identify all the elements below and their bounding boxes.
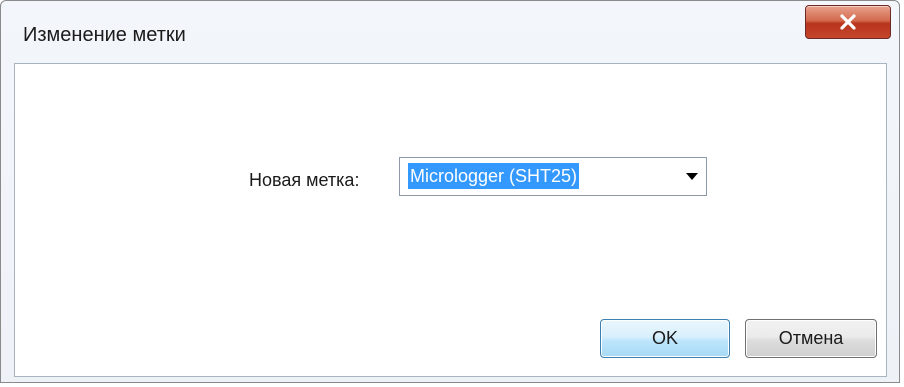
close-x-icon	[839, 14, 857, 30]
chevron-down-icon[interactable]	[686, 173, 698, 180]
dialog-body: Новая метка: Micrologger (SHT25) OK Отме…	[14, 63, 887, 377]
label-combobox[interactable]: Micrologger (SHT25)	[399, 157, 707, 196]
new-label-caption: Новая метка:	[249, 170, 360, 190]
window-title: Изменение метки	[23, 24, 186, 46]
ok-button[interactable]: OK	[600, 319, 730, 358]
close-button[interactable]	[805, 5, 891, 39]
title-bar[interactable]: Изменение метки	[1, 1, 899, 61]
cancel-button[interactable]: Отмена	[745, 319, 877, 358]
combobox-value[interactable]: Micrologger (SHT25)	[408, 163, 580, 189]
dialog-window: Изменение метки Новая метка: Micrologger…	[0, 0, 900, 383]
